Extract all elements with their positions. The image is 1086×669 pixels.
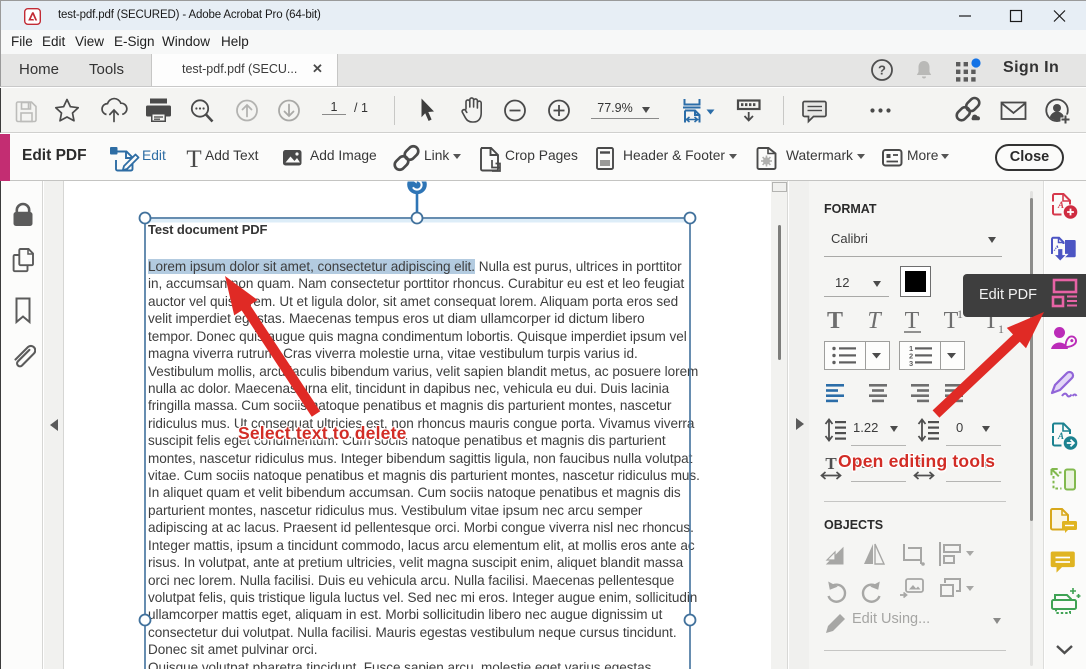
svg-text:?: ? (878, 63, 886, 78)
svg-text:A: A (1057, 431, 1064, 441)
svg-text:T: T (186, 146, 201, 173)
svg-text:3: 3 (909, 359, 913, 368)
svg-text:T: T (825, 454, 837, 473)
svg-text:T: T (827, 308, 843, 334)
svg-text:T: T (867, 308, 882, 334)
svg-text:1: 1 (998, 322, 1004, 336)
svg-text:T: T (905, 308, 920, 334)
svg-text:A: A (1057, 200, 1064, 210)
